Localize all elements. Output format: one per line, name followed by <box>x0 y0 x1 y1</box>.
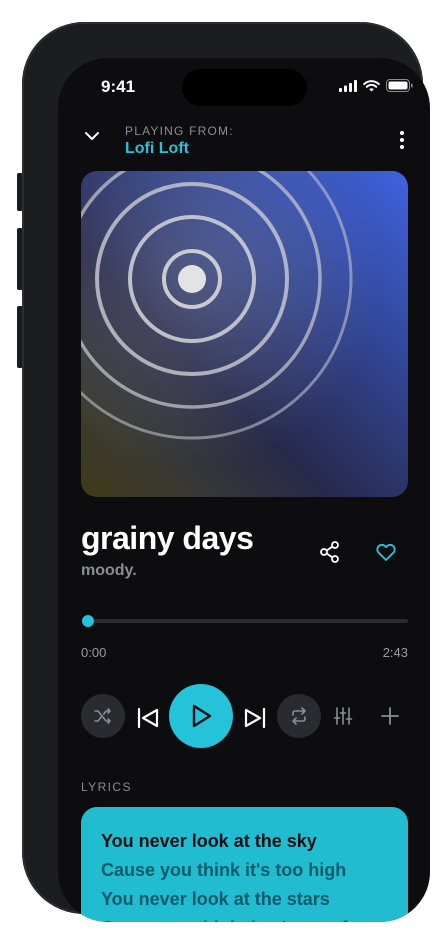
wifi-icon <box>363 79 380 91</box>
equalizer-button[interactable] <box>331 704 355 728</box>
repeat-icon <box>292 707 306 725</box>
previous-icon <box>137 707 159 729</box>
equalizer-icon <box>333 707 353 725</box>
progress-track[interactable] <box>86 619 408 623</box>
lyrics-label: LYRICS <box>81 780 132 794</box>
repeat-button[interactable] <box>277 694 321 738</box>
song-artist[interactable]: moody. <box>81 562 137 580</box>
concentric-rings-art <box>81 171 408 497</box>
elapsed-time: 0:00 <box>81 645 107 660</box>
shuffle-icon <box>94 708 111 724</box>
lyric-line: Cause you think they're too far <box>101 914 388 922</box>
collapse-chevron-icon[interactable] <box>84 130 100 142</box>
progress-knob[interactable] <box>82 615 94 627</box>
phone-frame: 9:41 PLAYING FROM: Lofi Loft grainy days… <box>22 22 430 922</box>
play-button[interactable] <box>169 684 233 748</box>
lyric-line: Cause you think it's too high <box>101 860 347 880</box>
album-art <box>81 171 408 497</box>
lyric-line-current: You never look at the sky <box>101 831 317 851</box>
next-icon <box>244 707 266 729</box>
shuffle-button[interactable] <box>81 694 125 738</box>
more-options-icon[interactable] <box>399 130 405 150</box>
dynamic-island <box>182 69 307 106</box>
heart-icon[interactable] <box>374 540 398 564</box>
add-button[interactable] <box>378 704 402 728</box>
previous-button[interactable] <box>134 704 162 732</box>
screen: 9:41 PLAYING FROM: Lofi Loft grainy days… <box>58 58 430 922</box>
playing-from-label: PLAYING FROM: <box>125 124 234 138</box>
lyric-line: You never look at the stars <box>101 889 330 909</box>
song-title: grainy days <box>81 520 254 556</box>
add-icon <box>381 707 399 725</box>
next-button[interactable] <box>241 704 269 732</box>
status-time: 9:41 <box>101 77 136 96</box>
duration-time: 2:43 <box>382 645 408 660</box>
battery-icon <box>386 79 413 92</box>
lyrics-card[interactable]: You never look at the sky Cause you thin… <box>81 807 408 922</box>
status-icons <box>339 79 413 92</box>
signal-icon <box>339 79 357 92</box>
playing-from-source[interactable]: Lofi Loft <box>125 140 189 158</box>
play-icon <box>192 704 212 728</box>
share-icon[interactable] <box>318 540 342 564</box>
